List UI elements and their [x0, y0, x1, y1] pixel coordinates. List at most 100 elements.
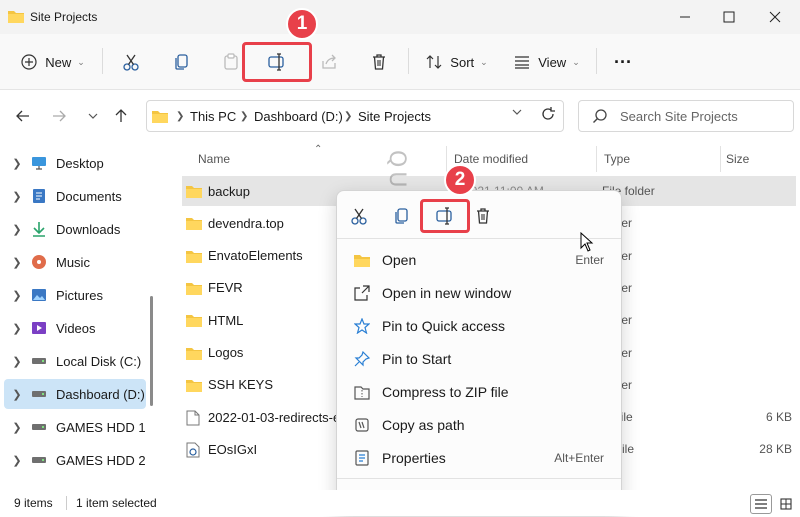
chevron-right-icon[interactable]: ❯: [4, 454, 30, 467]
sidebar-item-dashboard-d[interactable]: ❯ Dashboard (D:): [4, 379, 146, 409]
sidebar-item-label: Downloads: [56, 221, 121, 237]
drive-icon: [30, 419, 48, 435]
column-divider: [720, 146, 721, 172]
recent-button[interactable]: [80, 102, 106, 130]
sort-icon: [426, 55, 442, 69]
chevron-right-icon[interactable]: ❯: [4, 322, 30, 335]
search-placeholder[interactable]: Search Site Projects: [620, 109, 738, 124]
ctx-delete-button[interactable]: [468, 202, 498, 230]
delete-button[interactable]: [362, 44, 396, 80]
trash-icon: [477, 208, 489, 224]
ctx-copy-button[interactable]: [386, 202, 416, 230]
column-size[interactable]: Size: [726, 152, 749, 166]
document-icon: [186, 410, 202, 426]
properties-icon: [352, 449, 372, 467]
close-button[interactable]: [752, 0, 798, 34]
column-divider: [596, 146, 597, 172]
pictures-icon: [30, 287, 48, 303]
sidebar-item-documents[interactable]: ❯ Documents: [4, 181, 146, 211]
status-divider: [66, 496, 67, 510]
zip-archive-icon: [352, 383, 372, 401]
sidebar-item-label: Dashboard (D:): [56, 386, 145, 402]
menu-item-properties[interactable]: Properties Alt+Enter: [340, 442, 618, 474]
column-type[interactable]: Type: [604, 152, 630, 166]
sidebar-item-games-hdd-1[interactable]: ❯ GAMES HDD 1: [4, 412, 146, 442]
chevron-right-icon[interactable]: ❯: [4, 223, 30, 236]
sort-button[interactable]: Sort ⌄: [418, 44, 496, 80]
sidebar-item-label: Music: [56, 254, 90, 270]
cut-button[interactable]: [114, 44, 148, 80]
file-size: 28 KB: [759, 442, 792, 457]
sort-label: Sort: [450, 54, 475, 70]
maximize-button[interactable]: [706, 0, 752, 34]
view-button[interactable]: View ⌄: [508, 44, 586, 80]
menu-item-copy-as-path[interactable]: Copy as path: [340, 409, 618, 441]
details-view-button[interactable]: [750, 494, 772, 514]
chevron-right-icon[interactable]: ❯: [4, 421, 30, 434]
maximize-icon: [723, 11, 735, 23]
chevron-right-icon[interactable]: ❯: [4, 256, 30, 269]
sidebar-scrollbar[interactable]: [150, 296, 153, 406]
chevron-right-icon[interactable]: ❯: [4, 157, 30, 170]
close-icon: [769, 11, 781, 23]
view-list-icon: [515, 56, 530, 69]
copy-button[interactable]: [164, 44, 198, 80]
share-icon: [322, 54, 336, 69]
sidebar-item-label: Documents: [56, 188, 122, 204]
breadcrumb-dashboard[interactable]: Dashboard (D:): [254, 109, 343, 124]
menu-item-label: Copy as path: [382, 417, 465, 433]
menu-item-pin-to-quick-access[interactable]: Pin to Quick access: [340, 310, 618, 342]
drive-icon: [30, 386, 48, 402]
minimize-icon: [680, 16, 690, 18]
breadcrumb-separator: ❯: [240, 111, 249, 122]
forward-button[interactable]: [46, 102, 72, 130]
sidebar-item-downloads[interactable]: ❯ Downloads: [4, 214, 146, 244]
back-button[interactable]: [10, 102, 36, 130]
sidebar-item-games-hdd-2[interactable]: ❯ GAMES HDD 2: [4, 445, 146, 475]
menu-divider: [337, 478, 621, 479]
file-name: SSH KEYS: [208, 377, 274, 393]
file-name: EnvatoElements: [208, 248, 303, 264]
sidebar-item-label: Pictures: [56, 287, 103, 303]
sidebar-item-local-disk-c[interactable]: ❯ Local Disk (C:): [4, 346, 146, 376]
up-button[interactable]: [108, 102, 134, 130]
ctx-cut-button[interactable]: [344, 202, 374, 230]
menu-item-pin-to-start[interactable]: Pin to Start: [340, 343, 618, 375]
chevron-down-icon: [88, 113, 98, 119]
sidebar-item-desktop[interactable]: ❯ Desktop: [4, 148, 146, 178]
desktop-icon: [30, 155, 48, 171]
chevron-down-icon: ⌄: [77, 56, 85, 67]
menu-item-shortcut: Enter: [575, 253, 604, 267]
chevron-right-icon[interactable]: ❯: [4, 355, 30, 368]
more-options-button[interactable]: ···: [606, 44, 640, 80]
chevron-right-icon[interactable]: ❯: [4, 388, 30, 401]
breadcrumb-site-projects[interactable]: Site Projects: [358, 109, 431, 124]
chevron-right-icon[interactable]: ❯: [4, 289, 30, 302]
minimize-button[interactable]: [662, 0, 708, 34]
sidebar-item-pictures[interactable]: ❯ Pictures: [4, 280, 146, 310]
menu-item-compress-to-zip-file[interactable]: Compress to ZIP file: [340, 376, 618, 408]
search-icon: [592, 108, 608, 124]
pin-icon: [352, 350, 372, 368]
toolbar-divider: [408, 48, 409, 74]
mouse-cursor-icon: [580, 232, 594, 252]
menu-item-open[interactable]: Open Enter: [340, 244, 618, 276]
file-size: 6 KB: [765, 410, 792, 425]
ctx-rename-button[interactable]: [420, 199, 470, 233]
new-button[interactable]: New ⌄: [14, 44, 92, 80]
chevron-right-icon[interactable]: ❯: [4, 190, 30, 203]
folder-icon: [152, 109, 168, 123]
file-name: FEVR: [208, 280, 243, 296]
breadcrumb-this-pc[interactable]: This PC: [190, 109, 236, 124]
tiles-view-button[interactable]: [776, 494, 796, 514]
refresh-button[interactable]: [540, 106, 556, 122]
menu-item-open-in-new-window[interactable]: Open in new window: [340, 277, 618, 309]
column-name[interactable]: Name: [198, 152, 230, 166]
share-button[interactable]: [312, 44, 346, 80]
file-name: devendra.top: [208, 215, 284, 231]
star-icon: [352, 317, 372, 335]
sidebar-item-music[interactable]: ❯ Music: [4, 247, 146, 277]
rename-button[interactable]: [242, 42, 312, 82]
address-dropdown-button[interactable]: [512, 108, 522, 116]
sidebar-item-videos[interactable]: ❯ Videos: [4, 313, 146, 343]
